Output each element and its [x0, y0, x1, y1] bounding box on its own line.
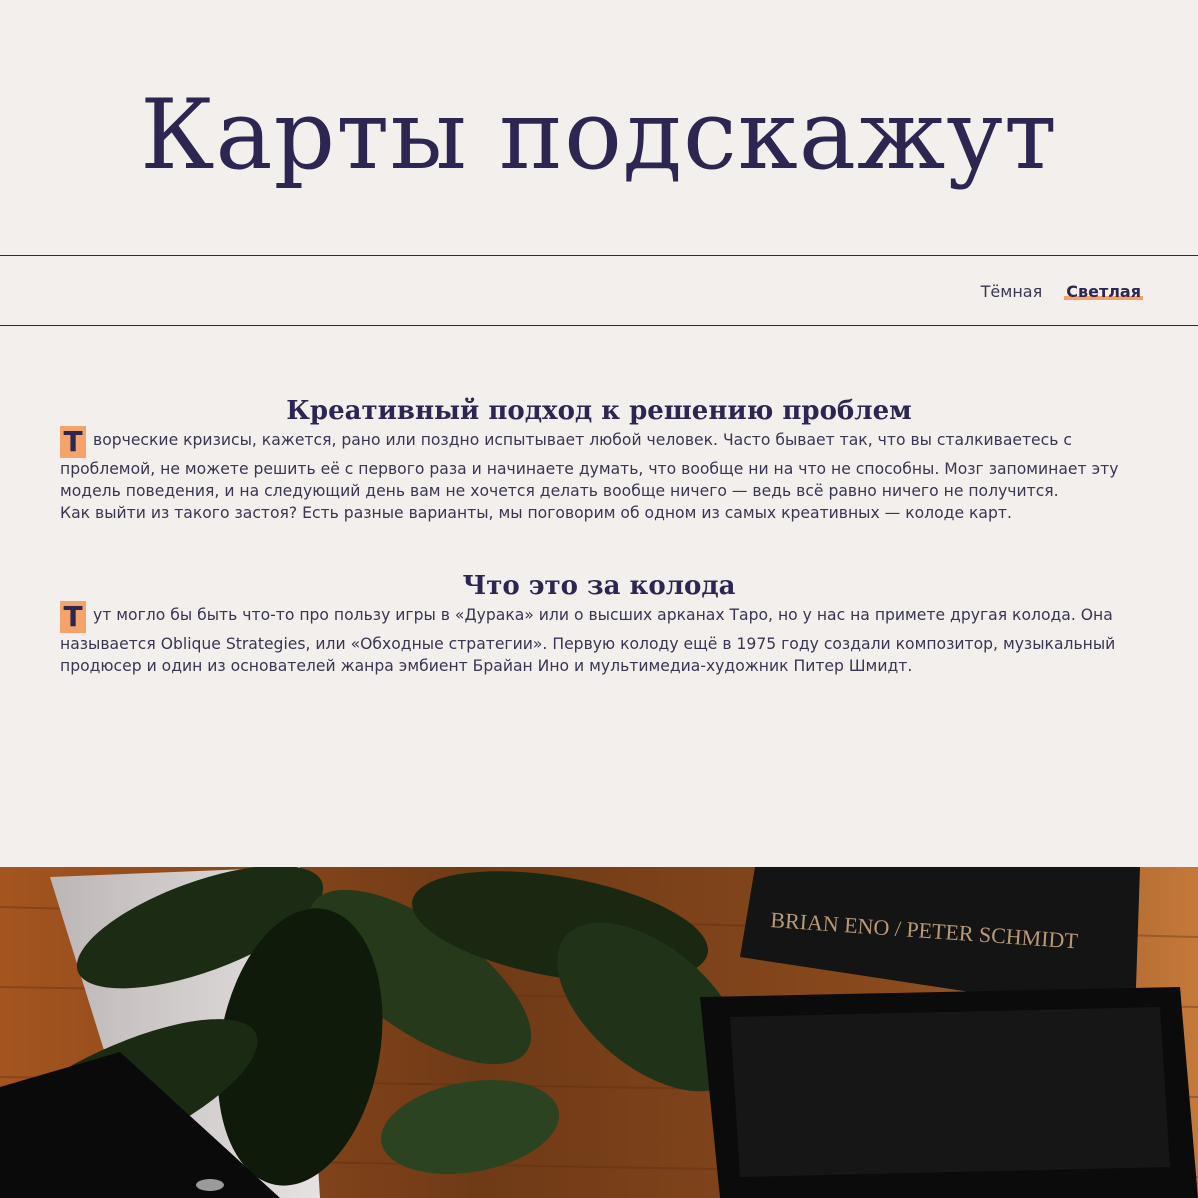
drop-cap: Т — [60, 426, 86, 458]
paragraph-text: ут могло бы быть что-то про пользу игры … — [60, 606, 1116, 675]
page-title: Карты подскажут — [140, 78, 1058, 191]
paragraph: Как выйти из такого застоя? Есть разные … — [60, 504, 1012, 522]
section-title: Креативный подход к решению проблем — [286, 396, 912, 426]
paragraph: Творческие кризисы, кажется, рано или по… — [60, 426, 1138, 502]
article: Креативный подход к решению проблем Твор… — [0, 326, 1198, 677]
dark-theme-button[interactable]: Тёмная — [979, 282, 1045, 302]
section-title: Что это за колода — [462, 571, 736, 601]
paragraph: Тут могло бы быть что-то про пользу игры… — [60, 601, 1138, 677]
site-header: Карты подскажут — [0, 0, 1198, 256]
light-theme-button[interactable]: Светлая — [1064, 281, 1143, 302]
paragraph-text: ворческие кризисы, кажется, рано или поз… — [60, 431, 1119, 500]
section-what-deck: Что это за колода Тут могло бы быть что-… — [60, 524, 1138, 677]
hero-photo: BRIAN ENO / PETER SCHMIDT — [0, 867, 1198, 1198]
theme-switcher: Тёмная Светлая — [0, 256, 1198, 326]
section-creative-approach: Креативный подход к решению проблем Твор… — [60, 326, 1138, 524]
drop-cap: Т — [60, 601, 86, 633]
